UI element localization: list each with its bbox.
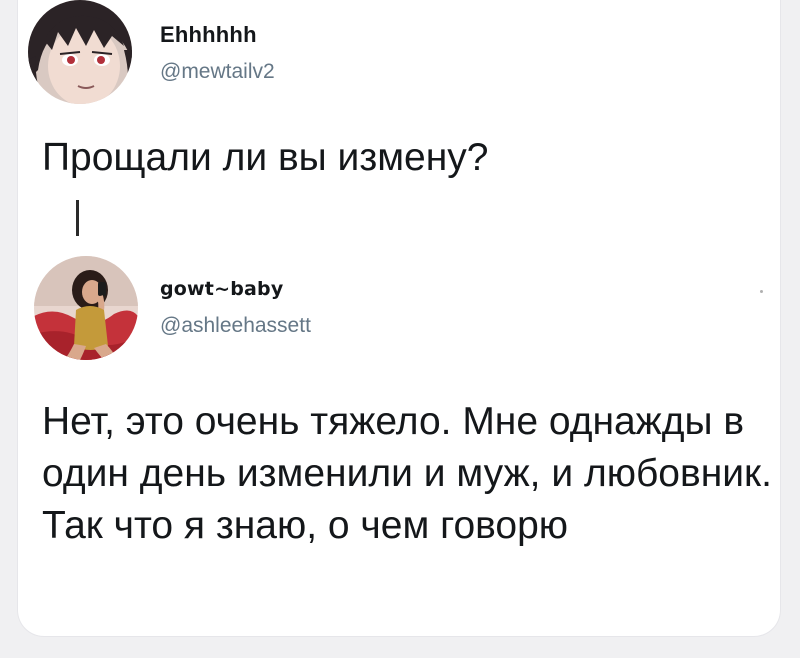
display-name[interactable]: Ehhhhhh <box>160 22 257 48</box>
woman-selfie-avatar-icon <box>34 256 138 360</box>
thread-connector-line <box>76 200 79 236</box>
avatar-ehhhhhh[interactable] <box>28 0 132 104</box>
avatar-gowt-baby[interactable] <box>34 256 138 360</box>
tweet-text: Прощали ли вы измену? <box>42 136 489 179</box>
user-handle[interactable]: @mewtailv2 <box>160 60 275 84</box>
tweet-text: Нет, это очень тяжело. Мне однажды в оди… <box>42 400 772 547</box>
display-name[interactable]: gowt~baby <box>160 278 283 300</box>
user-handle[interactable]: @ashleehassett <box>160 314 311 338</box>
tweet-thread-card: Ehhhhhh @mewtailv2 Прощали ли вы измену? <box>18 0 780 636</box>
decorative-dot <box>760 290 763 293</box>
anime-girl-avatar-icon <box>28 0 132 104</box>
